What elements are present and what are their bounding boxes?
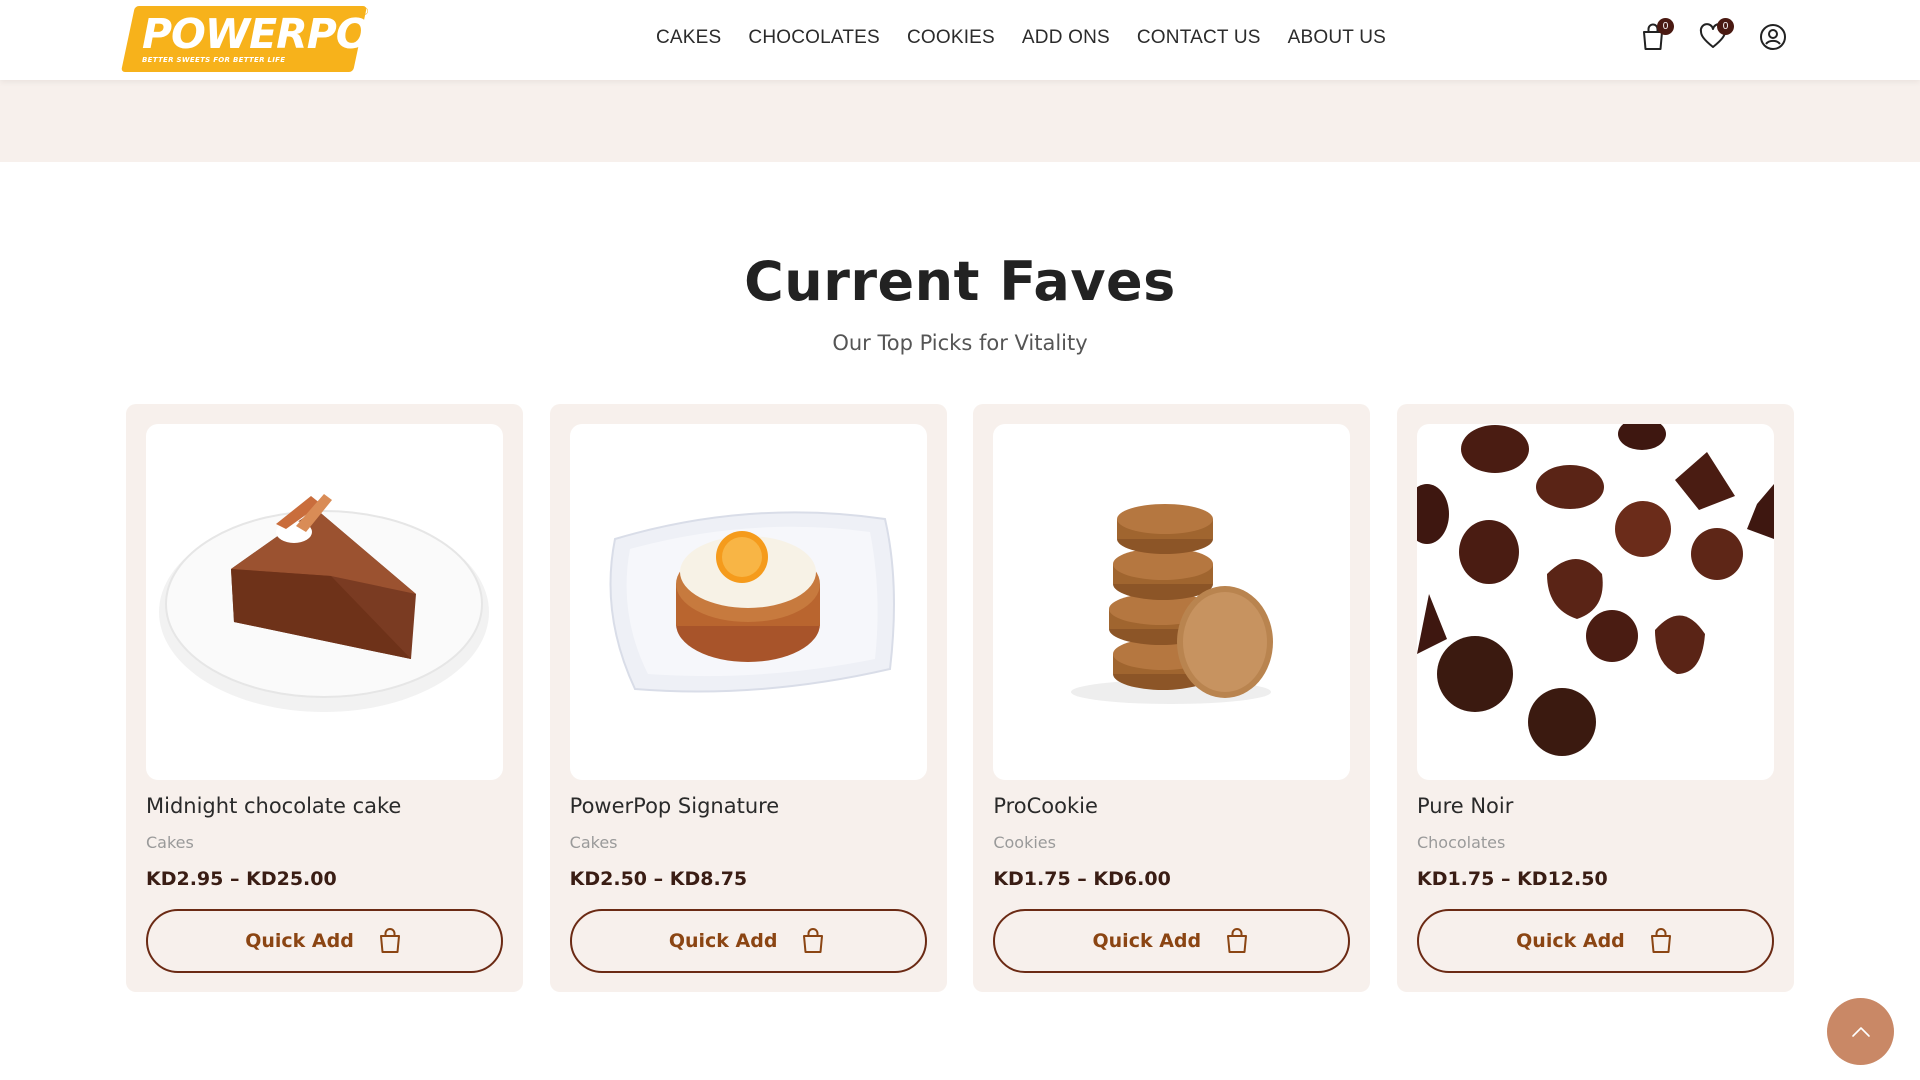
nav-item-add-ons[interactable]: ADD ONS: [1022, 27, 1110, 49]
product-price: KD2.95 – KD25.00: [146, 868, 337, 890]
logo-registered-mark: ®: [360, 6, 369, 18]
quick-add-label: Quick Add: [668, 930, 778, 952]
quick-add-button[interactable]: Quick Add: [569, 909, 927, 973]
quick-add-button[interactable]: Quick Add: [1416, 909, 1774, 973]
nav-item-cakes[interactable]: CAKES: [656, 27, 721, 49]
brand-logo[interactable]: POWERPOP BETTER SWEETS FOR BETTER LIFE ®: [120, 6, 400, 74]
product-price: KD1.75 – KD6.00: [993, 868, 1171, 890]
quick-add-button[interactable]: Quick Add: [146, 909, 503, 973]
shopping-bag-icon: [803, 928, 824, 953]
quick-add-label: Quick Add: [245, 930, 354, 952]
section-subtitle: Our Top Picks for Vitality: [832, 331, 1088, 355]
product-image[interactable]: [146, 424, 503, 780]
nav-item-about-us[interactable]: ABOUT US: [1288, 27, 1386, 49]
account-button[interactable]: [1758, 22, 1788, 52]
quick-add-button[interactable]: Quick Add: [993, 909, 1351, 973]
cookie-stack-image: [1071, 504, 1274, 704]
product-name[interactable]: PowerPop Signature: [570, 794, 780, 818]
product-card[interactable]: Pure Noir Chocolates KD1.75 – KD12.50 Qu…: [1396, 404, 1794, 992]
scroll-to-top-button[interactable]: [1827, 998, 1894, 1065]
shopping-bag-icon: [379, 928, 400, 953]
nav-item-contact-us[interactable]: CONTACT US: [1137, 27, 1261, 49]
site-header: POWERPOP BETTER SWEETS FOR BETTER LIFE ®…: [0, 0, 1920, 80]
hero-bottom-band: [0, 80, 1920, 162]
header-actions: 0 0: [1638, 18, 1788, 52]
quick-add-label: Quick Add: [1516, 930, 1625, 952]
quick-add-label: Quick Add: [1092, 930, 1202, 952]
shopping-bag-icon: [1650, 928, 1671, 953]
product-price: KD2.50 – KD8.75: [569, 868, 748, 890]
section-title: Current Faves: [744, 250, 1176, 313]
product-category: Cakes: [569, 833, 618, 852]
product-name[interactable]: Pure Noir: [1417, 794, 1513, 818]
logo-tagline: BETTER SWEETS FOR BETTER LIFE: [142, 56, 286, 64]
cart-button[interactable]: 0: [1638, 18, 1674, 52]
orange-carrot-cake-image: [609, 511, 895, 693]
product-card[interactable]: PowerPop Signature Cakes KD2.50 – KD8.75…: [549, 404, 947, 992]
product-image[interactable]: [1416, 424, 1774, 780]
product-image[interactable]: [993, 424, 1351, 780]
product-image[interactable]: [569, 424, 927, 780]
product-grid: Midnight chocolate cake Cakes KD2.95 – K…: [126, 404, 1794, 992]
dark-chocolates-image: [1416, 424, 1774, 756]
wishlist-count-badge: 0: [1717, 18, 1734, 35]
main-nav: CAKES CHOCOLATES COOKIES ADD ONS CONTACT…: [656, 27, 1386, 49]
chevron-up-icon: [1851, 1026, 1870, 1037]
product-category: Cookies: [993, 833, 1056, 852]
chocolate-cake-slice-image: [159, 494, 489, 712]
nav-item-cookies[interactable]: COOKIES: [907, 27, 995, 49]
wishlist-button[interactable]: 0: [1698, 18, 1734, 52]
product-name[interactable]: Midnight chocolate cake: [146, 794, 401, 818]
user-icon: [1760, 24, 1786, 50]
cart-count-badge: 0: [1657, 18, 1674, 35]
product-card[interactable]: Midnight chocolate cake Cakes KD2.95 – K…: [126, 404, 523, 992]
product-name[interactable]: ProCookie: [993, 794, 1098, 818]
shopping-bag-icon: [1227, 928, 1248, 953]
product-category: Chocolates: [1416, 833, 1506, 852]
product-price: KD1.75 – KD12.50: [1416, 868, 1608, 890]
product-card[interactable]: ProCookie Cookies KD1.75 – KD6.00 Quick …: [973, 404, 1371, 992]
product-category: Cakes: [146, 833, 194, 852]
nav-item-chocolates[interactable]: CHOCOLATES: [748, 27, 880, 49]
